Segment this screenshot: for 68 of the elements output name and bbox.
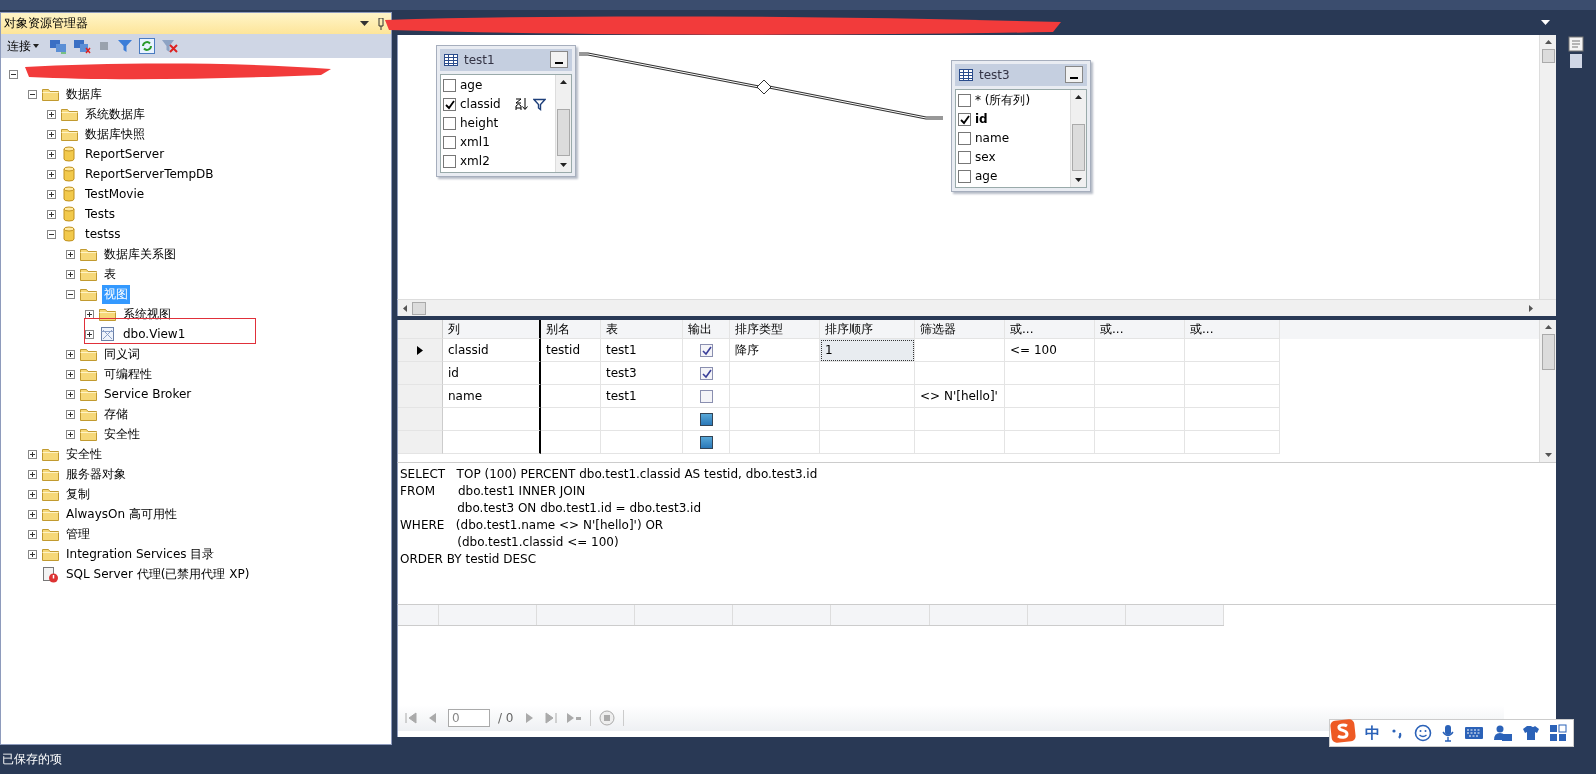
tree-item[interactable]: ReportServerTempDB [83, 166, 216, 182]
grid-cell[interactable]: testid [541, 339, 601, 363]
tree-item[interactable]: testss [83, 226, 123, 242]
page-count: / 0 [498, 711, 514, 725]
column-header[interactable]: 或... [1095, 320, 1185, 340]
table-window[interactable]: test1 age classid height xml1 xml2 [436, 44, 576, 177]
tree-item[interactable]: 存储 [102, 404, 130, 424]
column-name: name [975, 131, 1010, 146]
connect-button[interactable]: 连接 [7, 37, 31, 55]
table-name: test3 [979, 67, 1011, 82]
sql-line: WHERE (dbo.test1.name <> N'[hello]') OR [400, 517, 665, 534]
column-name: height [460, 116, 499, 131]
column-name: xml2 [460, 154, 490, 169]
column-name: age [460, 78, 483, 93]
column-header[interactable]: 别名 [541, 320, 601, 340]
sql-line: SELECT TOP (100) PERCENT dbo.test1.classid AS testid, dbo.test3.id [400, 466, 819, 483]
grid-cell[interactable]: 1 [820, 339, 915, 363]
tree-item[interactable]: 服务器对象 [64, 464, 128, 484]
grid-cell[interactable]: <= 100 [1005, 339, 1095, 363]
tree-item[interactable]: 可编程性 [102, 364, 154, 384]
sql-line: dbo.test3 ON dbo.test1.id = dbo.test3.id [456, 500, 703, 517]
grid-cell[interactable]: <> N'[hello]' [915, 385, 1005, 409]
column-header[interactable]: 排序类型 [730, 320, 820, 340]
panel-title: 对象资源管理器 [4, 15, 89, 32]
tree-item[interactable]: 系统数据库 [83, 104, 147, 124]
tree-item[interactable]: Service Broker [102, 386, 194, 402]
sql-line: (dbo.test1.classid <= 100) [456, 534, 620, 551]
column-header[interactable]: 或... [1005, 320, 1095, 340]
tree-item[interactable]: 数据库快照 [83, 124, 147, 144]
column-header[interactable]: 筛选器 [915, 320, 1005, 340]
tree-item[interactable]: AlwaysOn 高可用性 [64, 504, 179, 524]
grid-cell[interactable]: classid [443, 339, 541, 363]
sql-line: FROM dbo.test1 INNER JOIN [400, 483, 587, 500]
grid-cell[interactable]: test3 [601, 362, 683, 386]
tree-item[interactable]: 数据库 [64, 84, 104, 104]
tree-item[interactable]: Integration Services 目录 [64, 544, 217, 564]
tree-item[interactable]: 复制 [64, 484, 92, 504]
sql-line: ORDER BY testid DESC [400, 551, 538, 568]
status-text: 已保存的项 [2, 751, 62, 768]
tree-item[interactable]: 表 [102, 264, 118, 284]
column-name: id [975, 112, 988, 127]
tree-item[interactable]: 安全性 [102, 424, 142, 444]
column-name: sex [975, 150, 996, 165]
input-mode-toggle[interactable]: 中 [1365, 723, 1380, 743]
tree-item[interactable]: dbo.View1 [121, 326, 188, 342]
grid-cell[interactable]: name [443, 385, 541, 409]
page-field[interactable]: 0 [448, 709, 490, 727]
column-header[interactable]: 列 [443, 320, 541, 340]
grid-cell[interactable]: id [443, 362, 541, 386]
tree-item[interactable]: 数据库关系图 [102, 244, 178, 264]
table-window[interactable]: test3 * (所有列) id name sex age [951, 59, 1091, 192]
tree-item[interactable]: 安全性 [64, 444, 104, 464]
column-header[interactable]: 表 [601, 320, 683, 340]
column-header[interactable]: 输出 [683, 320, 730, 340]
column-name: xml1 [460, 135, 490, 150]
grid-cell[interactable]: test1 [601, 385, 683, 409]
tree-item[interactable]: Tests [83, 206, 117, 222]
grid-cell[interactable]: test1 [601, 339, 683, 363]
column-name: age [975, 169, 998, 184]
column-name: * (所有列) [975, 91, 1031, 109]
column-header[interactable]: 或... [1185, 320, 1280, 340]
tree-item[interactable]: SQL Server 代理(已禁用代理 XP) [64, 564, 252, 584]
tree-item[interactable]: ReportServer [83, 146, 167, 162]
tree-item[interactable]: 管理 [64, 524, 92, 544]
tree-item[interactable]: 同义词 [102, 344, 142, 364]
column-name: classid [460, 97, 501, 112]
table-name: test1 [464, 52, 496, 67]
tree-item[interactable]: TestMovie [83, 186, 147, 202]
